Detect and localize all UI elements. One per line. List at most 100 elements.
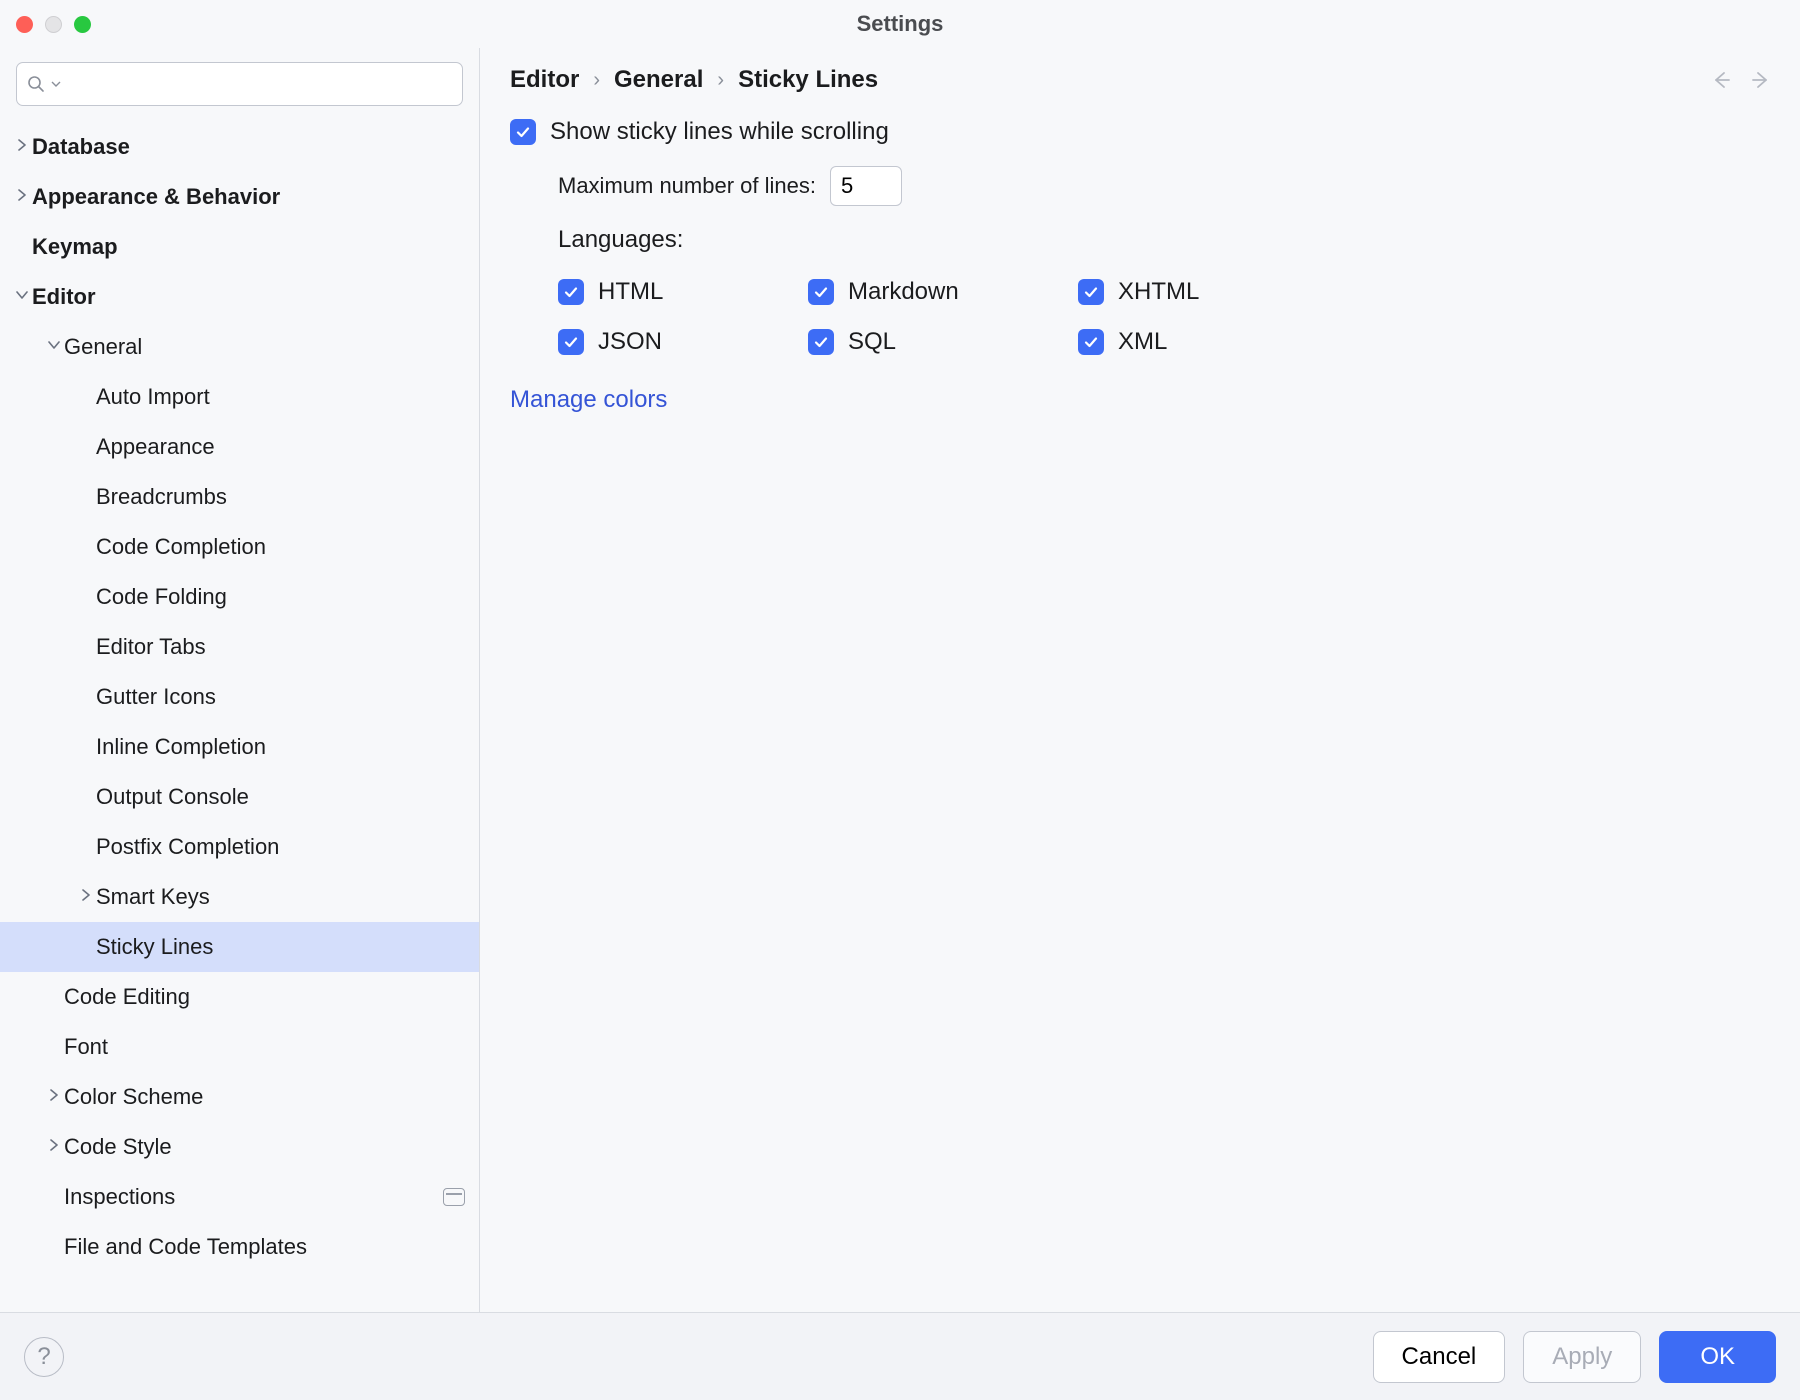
tree-item[interactable]: Sticky Lines [0, 922, 479, 972]
language-checkbox[interactable]: XML [1078, 328, 1278, 356]
tree-item[interactable]: Appearance [0, 422, 479, 472]
tree-item-label: File and Code Templates [64, 1234, 307, 1260]
tree-item[interactable]: Inline Completion [0, 722, 479, 772]
checkbox-icon [558, 279, 584, 305]
breadcrumb-sep: › [593, 69, 600, 92]
tree-item[interactable]: Code Editing [0, 972, 479, 1022]
languages-grid: HTML Markdown XHTML JSON SQL XML [510, 274, 1772, 356]
tree-item[interactable]: Editor Tabs [0, 622, 479, 672]
titlebar: Settings [0, 0, 1800, 48]
language-label: SQL [848, 328, 896, 356]
tree-item-label: Font [64, 1034, 108, 1060]
tree-item[interactable]: Gutter Icons [0, 672, 479, 722]
tree-item-label: Code Editing [64, 984, 190, 1010]
checkbox-icon [558, 329, 584, 355]
breadcrumb-nav [1710, 69, 1772, 91]
tree-item[interactable]: Database [0, 122, 479, 172]
settings-tree: Database Appearance & Behavior Keymap Edito… [0, 116, 479, 1312]
expand-icon[interactable] [76, 888, 96, 906]
tree-item-label: Keymap [32, 234, 118, 260]
apply-button: Apply [1523, 1331, 1641, 1383]
search-input[interactable] [67, 72, 452, 97]
show-sticky-lines-checkbox[interactable]: Show sticky lines while scrolling [510, 118, 1772, 146]
settings-content: Editor › General › Sticky Lines Show sti… [480, 48, 1800, 1312]
chevron-down-icon [51, 79, 61, 89]
tree-item-label: Color Scheme [64, 1084, 203, 1110]
breadcrumb-sep: › [717, 69, 724, 92]
tree-item-label: Inspections [64, 1184, 175, 1210]
breadcrumb-item[interactable]: General [614, 66, 703, 94]
tree-item[interactable]: Breadcrumbs [0, 472, 479, 522]
tree-item-label: Editor [32, 284, 96, 310]
expand-icon[interactable] [12, 188, 32, 206]
tree-item[interactable]: Postfix Completion [0, 822, 479, 872]
tree-item-label: Inline Completion [96, 734, 266, 760]
tree-item-label: Auto Import [96, 384, 210, 410]
expand-icon[interactable] [12, 288, 32, 306]
expand-icon[interactable] [12, 138, 32, 156]
tree-item-label: Postfix Completion [96, 834, 279, 860]
tree-item[interactable]: Keymap [0, 222, 479, 272]
tree-item-label: Output Console [96, 784, 249, 810]
tree-item[interactable]: Code Style [0, 1122, 479, 1172]
cancel-button[interactable]: Cancel [1373, 1331, 1506, 1383]
languages-label: Languages: [558, 226, 683, 254]
language-label: HTML [598, 278, 663, 306]
language-label: XHTML [1118, 278, 1199, 306]
tree-item[interactable]: Font [0, 1022, 479, 1072]
tree-item[interactable]: Code Folding [0, 572, 479, 622]
settings-sidebar: Database Appearance & Behavior Keymap Edito… [0, 48, 480, 1312]
show-sticky-lines-label: Show sticky lines while scrolling [550, 118, 889, 146]
manage-colors-link[interactable]: Manage colors [510, 376, 1772, 414]
checkbox-icon [1078, 329, 1104, 355]
tree-item[interactable]: Auto Import [0, 372, 479, 422]
breadcrumb-item: Sticky Lines [738, 66, 878, 94]
nav-back-icon[interactable] [1710, 69, 1732, 91]
dialog-footer: ? Cancel Apply OK [0, 1312, 1800, 1400]
max-lines-label: Maximum number of lines: [558, 173, 816, 199]
tree-item-label: Code Completion [96, 534, 266, 560]
expand-icon[interactable] [44, 1088, 64, 1106]
tree-item[interactable]: Inspections [0, 1172, 479, 1222]
language-checkbox[interactable]: XHTML [1078, 278, 1278, 306]
checkbox-icon [1078, 279, 1104, 305]
tree-item-label: Smart Keys [96, 884, 210, 910]
tree-item[interactable]: Editor [0, 272, 479, 322]
tree-item-label: Appearance [96, 434, 215, 460]
checkbox-icon [808, 329, 834, 355]
language-checkbox[interactable]: JSON [558, 328, 798, 356]
tree-item[interactable]: General [0, 322, 479, 372]
tree-item[interactable]: Appearance & Behavior [0, 172, 479, 222]
max-lines-input[interactable] [830, 166, 902, 206]
tree-item-label: Appearance & Behavior [32, 184, 280, 210]
language-checkbox[interactable]: Markdown [808, 278, 1068, 306]
search-icon [27, 75, 45, 93]
nav-forward-icon[interactable] [1750, 69, 1772, 91]
tree-item-label: Code Style [64, 1134, 172, 1160]
language-label: XML [1118, 328, 1167, 356]
tree-item[interactable]: Color Scheme [0, 1072, 479, 1122]
tree-item[interactable]: File and Code Templates [0, 1222, 479, 1272]
breadcrumb-item[interactable]: Editor [510, 66, 579, 94]
tree-item[interactable]: Output Console [0, 772, 479, 822]
help-button[interactable]: ? [24, 1337, 64, 1377]
breadcrumb: Editor › General › Sticky Lines [510, 66, 878, 94]
language-checkbox[interactable]: HTML [558, 278, 798, 306]
tree-item-label: Database [32, 134, 130, 160]
tree-item-label: General [64, 334, 142, 360]
tree-item[interactable]: Smart Keys [0, 872, 479, 922]
expand-icon[interactable] [44, 1138, 64, 1156]
language-checkbox[interactable]: SQL [808, 328, 1068, 356]
tree-item-label: Gutter Icons [96, 684, 216, 710]
tree-item-label: Editor Tabs [96, 634, 206, 660]
tree-item-label: Code Folding [96, 584, 227, 610]
expand-icon[interactable] [44, 338, 64, 356]
window-title: Settings [0, 11, 1800, 37]
ok-button[interactable]: OK [1659, 1331, 1776, 1383]
tree-item[interactable]: Code Completion [0, 522, 479, 572]
language-label: JSON [598, 328, 662, 356]
search-input-wrapper[interactable] [16, 62, 463, 106]
checkbox-icon [808, 279, 834, 305]
scope-badge-icon [443, 1188, 465, 1206]
tree-item-label: Breadcrumbs [96, 484, 227, 510]
